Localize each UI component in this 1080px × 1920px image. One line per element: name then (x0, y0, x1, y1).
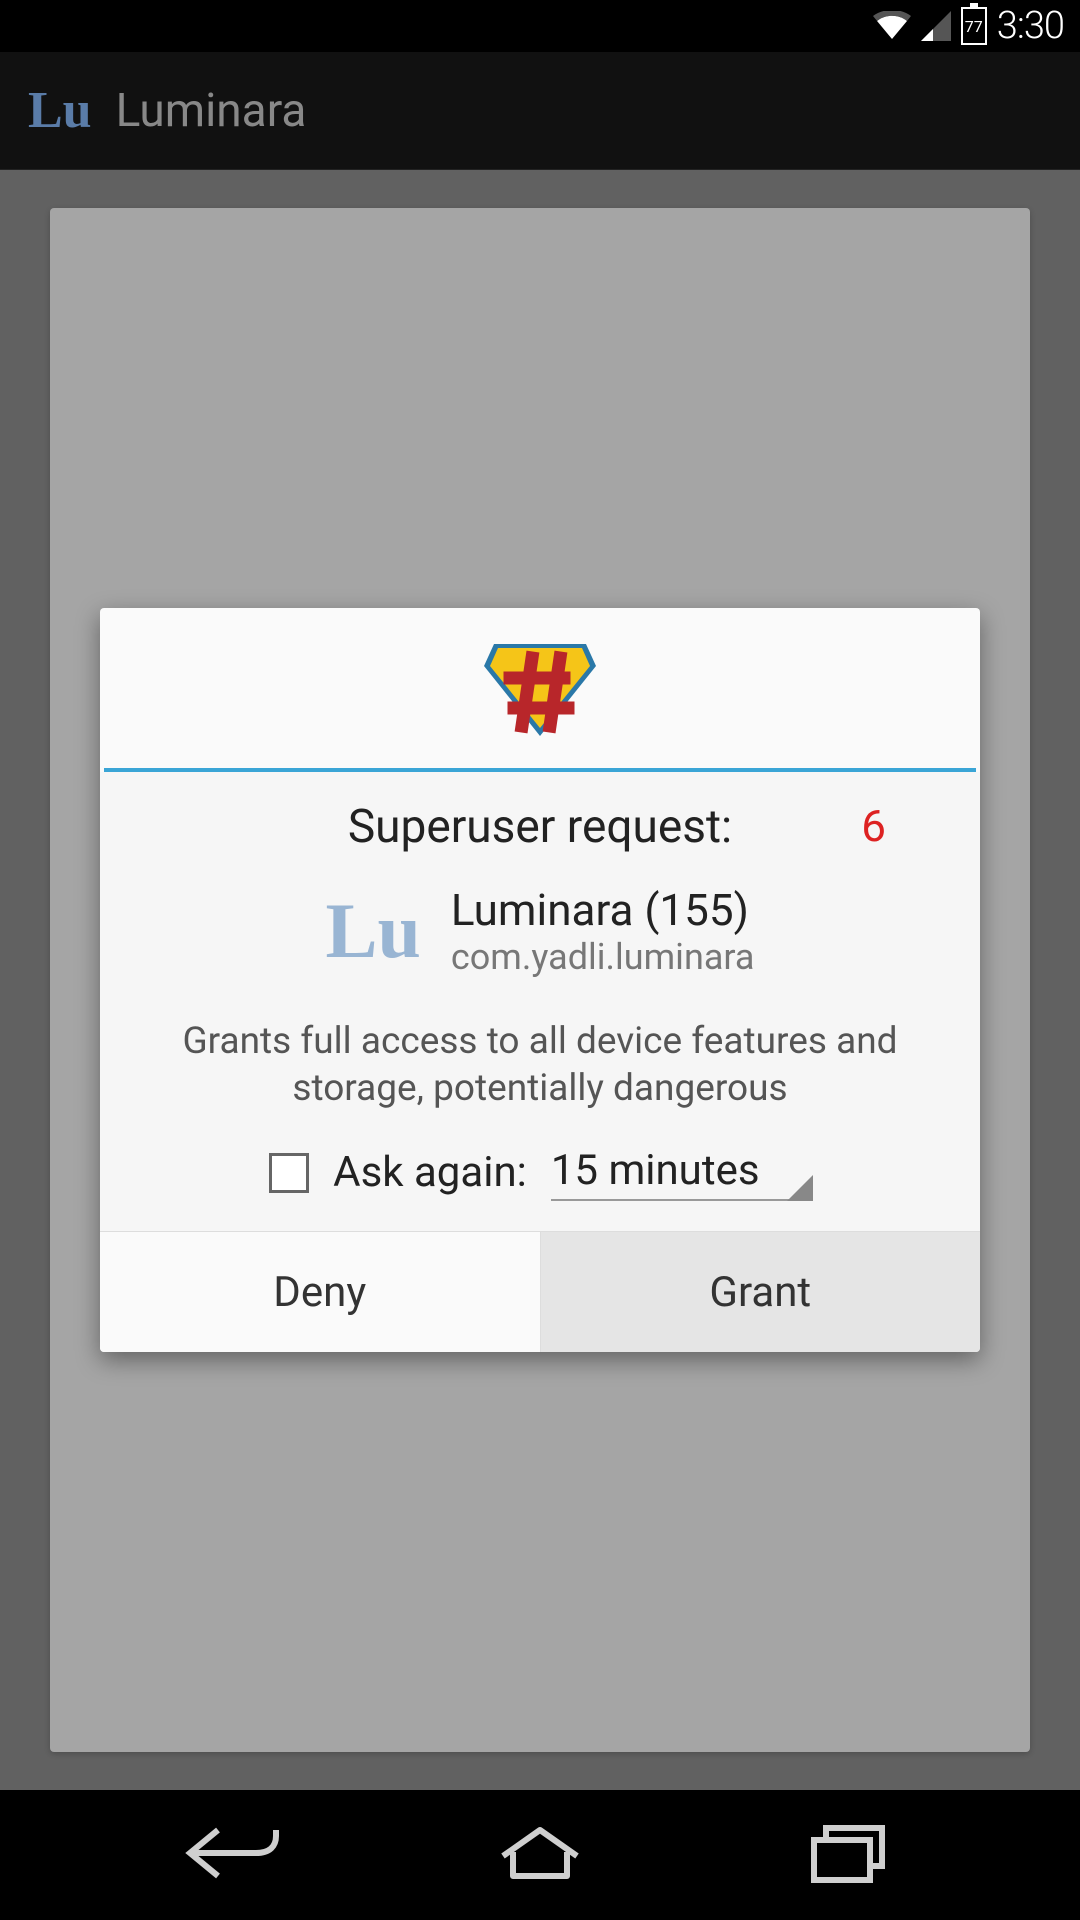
requesting-app-icon: Lu (326, 886, 421, 976)
action-bar: Lu Luminara (0, 52, 1080, 170)
countdown-number: 6 (861, 800, 886, 852)
battery-icon: 77 (961, 7, 987, 45)
title-row: Superuser request: 6 (140, 800, 940, 884)
battery-percent: 77 (965, 17, 983, 36)
dialog-title: Superuser request: (348, 800, 732, 854)
warning-text: Grants full access to all device feature… (140, 1008, 940, 1147)
grant-button[interactable]: Grant (541, 1232, 981, 1352)
requesting-app-name: Luminara (155) (451, 884, 755, 936)
dialog-header (100, 608, 980, 768)
dialog-buttons: Deny Grant (100, 1231, 980, 1352)
navigation-bar (0, 1790, 1080, 1920)
cell-signal-icon (921, 11, 951, 41)
ask-again-label: Ask again: (333, 1148, 527, 1197)
deny-button[interactable]: Deny (100, 1232, 541, 1352)
dialog-overlay: Superuser request: 6 Lu Luminara (155) c… (0, 170, 1080, 1790)
requesting-app-row: Lu Luminara (155) com.yadli.luminara (140, 884, 940, 1008)
app-title: Luminara (116, 84, 307, 138)
recent-apps-button[interactable] (792, 1818, 902, 1892)
dialog-body: Superuser request: 6 Lu Luminara (155) c… (100, 772, 980, 1232)
wifi-icon (873, 11, 911, 41)
requesting-app-package: com.yadli.luminara (451, 936, 755, 978)
ask-again-value: 15 minutes (551, 1146, 760, 1195)
superuser-dialog: Superuser request: 6 Lu Luminara (155) c… (100, 608, 980, 1353)
requesting-app-info: Luminara (155) com.yadli.luminara (451, 884, 755, 978)
home-button[interactable] (485, 1818, 595, 1892)
ask-again-spinner[interactable]: 15 minutes (551, 1146, 811, 1199)
app-icon: Lu (28, 81, 92, 140)
superuser-icon (482, 640, 598, 740)
chevron-down-icon (787, 1175, 813, 1201)
clock-time: 3:30 (997, 4, 1064, 48)
ask-again-row: Ask again: 15 minutes (140, 1146, 940, 1211)
ask-again-checkbox[interactable] (269, 1153, 309, 1193)
main-content: Superuser request: 6 Lu Luminara (155) c… (0, 170, 1080, 1790)
back-button[interactable] (178, 1818, 288, 1892)
status-bar: 77 3:30 (0, 0, 1080, 52)
